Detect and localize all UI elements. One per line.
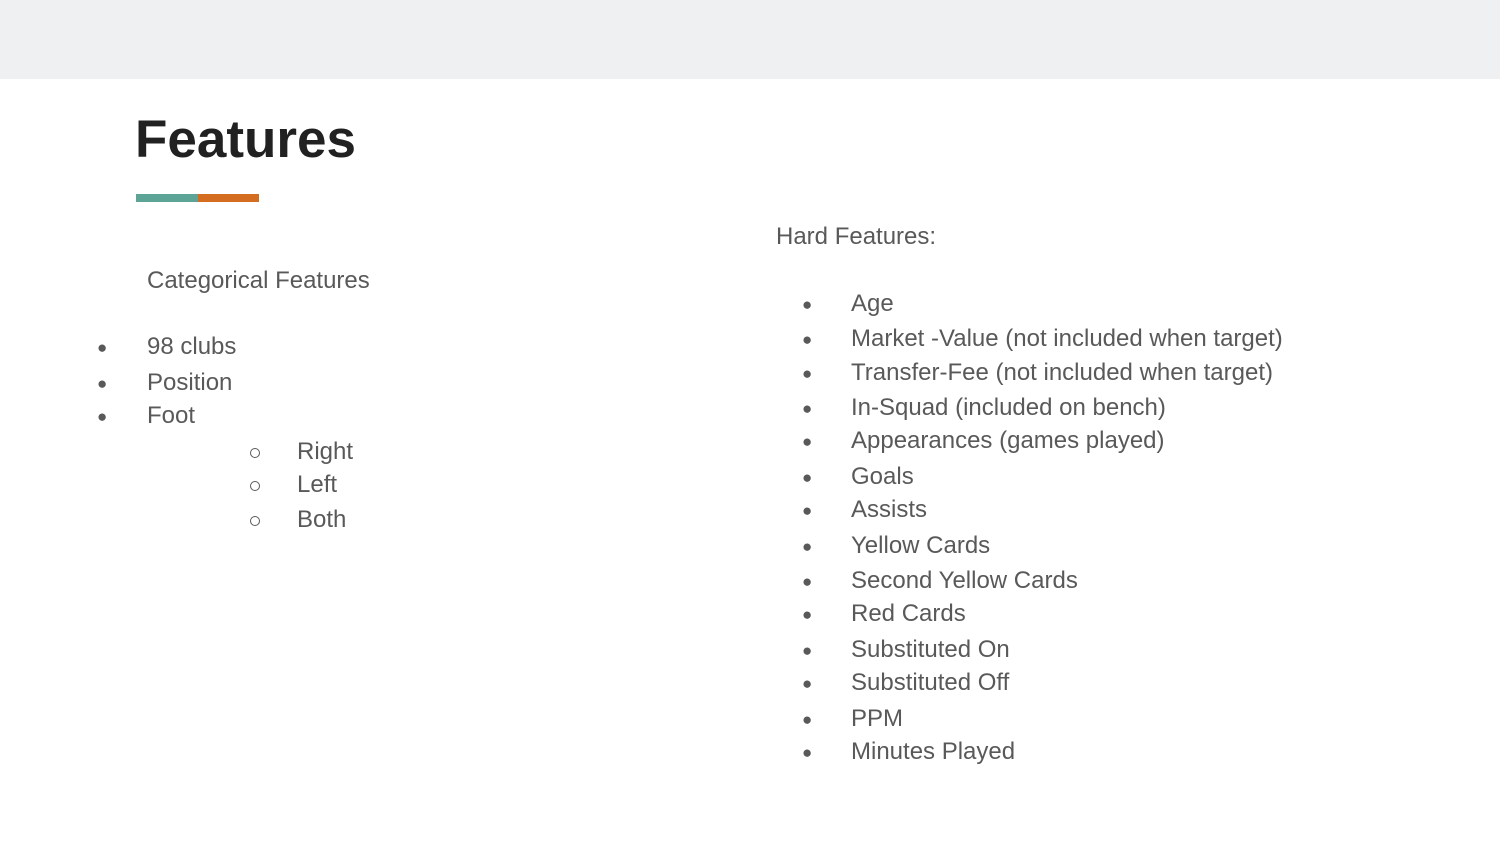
list-item: Second Yellow Cards xyxy=(851,567,1078,594)
list-item: Appearances (games played) xyxy=(851,427,1165,454)
list-item: Foot xyxy=(147,402,196,429)
sub-list-item: Left xyxy=(297,471,338,498)
title-accent-bar-orange xyxy=(198,194,259,202)
bullet-icon: ● xyxy=(802,641,813,660)
categorical-features-heading: Categorical Features xyxy=(147,267,370,294)
bullet-icon: ● xyxy=(802,330,813,349)
bullet-icon: ● xyxy=(97,407,108,426)
bullet-icon: ● xyxy=(802,605,813,624)
list-item: Age xyxy=(851,290,894,317)
bullet-icon: ● xyxy=(802,710,813,729)
sub-list-item: Both xyxy=(297,506,347,533)
hollow-bullet-icon xyxy=(250,516,260,526)
list-item: PPM xyxy=(851,705,904,732)
bullet-icon: ● xyxy=(97,338,108,357)
bullet-icon: ● xyxy=(802,364,813,383)
bullet-icon: ● xyxy=(802,501,813,520)
list-item: Substituted On xyxy=(851,636,1010,663)
list-item: 98 clubs xyxy=(147,333,237,360)
list-item: In-Squad (included on bench) xyxy=(851,394,1166,421)
bullet-icon: ● xyxy=(802,572,813,591)
list-item: Transfer-Fee (not included when target) xyxy=(851,359,1273,386)
bullet-icon: ● xyxy=(97,374,108,393)
slide-title: Features xyxy=(135,110,356,169)
hard-features-heading: Hard Features: xyxy=(776,223,937,250)
hollow-bullet-icon xyxy=(250,448,260,458)
list-item: Position xyxy=(147,369,233,396)
title-accent-bar-teal xyxy=(136,194,198,202)
list-item: Substituted Off xyxy=(851,669,1010,696)
sub-list-item: Right xyxy=(297,438,354,465)
list-item: Assists xyxy=(851,496,928,523)
bullet-icon: ● xyxy=(802,295,813,314)
list-item: Market -Value (not included when target) xyxy=(851,325,1283,352)
top-bar xyxy=(0,0,1500,79)
bullet-icon: ● xyxy=(802,743,813,762)
list-item: Yellow Cards xyxy=(851,532,991,559)
list-item: Goals xyxy=(851,463,914,490)
list-item: Minutes Played xyxy=(851,738,1016,765)
bullet-icon: ● xyxy=(802,468,813,487)
bullet-icon: ● xyxy=(802,537,813,556)
list-item: Red Cards xyxy=(851,600,966,627)
bullet-icon: ● xyxy=(802,399,813,418)
bullet-icon: ● xyxy=(802,432,813,451)
hollow-bullet-icon xyxy=(250,481,260,491)
bullet-icon: ● xyxy=(802,674,813,693)
